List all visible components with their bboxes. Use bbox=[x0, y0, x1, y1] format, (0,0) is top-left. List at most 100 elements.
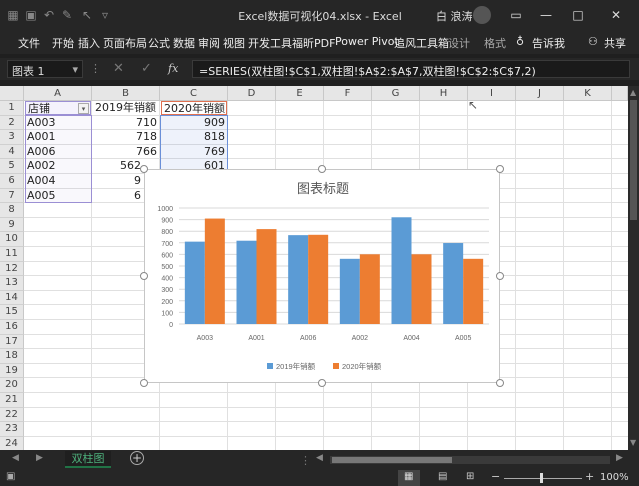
col-header-d[interactable]: D bbox=[228, 86, 276, 101]
resize-handle-ne[interactable] bbox=[496, 165, 504, 173]
row-header-12[interactable]: 12 bbox=[0, 261, 24, 277]
cancel-icon[interactable]: ✕ bbox=[113, 61, 124, 76]
tab-foxit-pdf[interactable]: 福昕PDF bbox=[292, 35, 335, 51]
resize-handle-w[interactable] bbox=[140, 272, 148, 280]
maximize-button[interactable]: □ bbox=[566, 6, 590, 24]
row-header-21[interactable]: 21 bbox=[0, 393, 24, 408]
insert-function-button[interactable]: fx bbox=[168, 62, 178, 75]
zoom-level[interactable]: 100% bbox=[600, 472, 629, 483]
tab-power-pivot[interactable]: Power Pivot bbox=[335, 35, 399, 48]
zoom-slider-thumb[interactable] bbox=[540, 473, 543, 483]
tab-home[interactable]: 开始 bbox=[52, 35, 74, 51]
tab-format[interactable]: 格式 bbox=[484, 35, 506, 51]
tab-design[interactable]: 设计 bbox=[448, 35, 470, 51]
tab-file[interactable]: 文件 bbox=[18, 35, 40, 51]
chevron-down-icon[interactable]: ▾ bbox=[72, 63, 78, 76]
table-cell[interactable]: A003 bbox=[25, 116, 91, 130]
row-header-3[interactable]: 3 bbox=[0, 130, 24, 145]
hscroll-left-icon[interactable]: ◀ bbox=[316, 453, 323, 463]
row-header-23[interactable]: 23 bbox=[0, 422, 24, 437]
row-header-19[interactable]: 19 bbox=[0, 363, 24, 379]
row-header-7[interactable]: 7 bbox=[0, 188, 24, 204]
tab-view[interactable]: 视图 bbox=[223, 35, 245, 51]
share-button[interactable]: 共享 bbox=[604, 35, 626, 51]
col-header-e[interactable]: E bbox=[276, 86, 324, 101]
col-header-a[interactable]: A bbox=[24, 86, 92, 101]
row-header-1[interactable]: 1 bbox=[0, 101, 24, 116]
table-cell[interactable]: A001 bbox=[25, 130, 91, 144]
tab-page-layout[interactable]: 页面布局 bbox=[103, 35, 147, 51]
cell-c1[interactable]: 2020年销额 bbox=[161, 101, 227, 115]
customize-arrow-icon[interactable]: ▿ bbox=[98, 8, 112, 22]
row-header-6[interactable]: 6 bbox=[0, 174, 24, 189]
tab-review[interactable]: 审阅 bbox=[198, 35, 220, 51]
scroll-up-icon[interactable]: ▲ bbox=[630, 88, 636, 97]
table-cell[interactable]: 766 bbox=[93, 145, 159, 159]
hscroll-thumb[interactable] bbox=[332, 457, 452, 463]
row-header-10[interactable]: 10 bbox=[0, 232, 24, 247]
table-cell[interactable]: 6 bbox=[93, 189, 143, 203]
horizontal-scrollbar[interactable] bbox=[330, 456, 610, 464]
hscroll-right-icon[interactable]: ▶ bbox=[616, 453, 623, 463]
col-header-h[interactable]: H bbox=[420, 86, 468, 101]
cell-b1[interactable]: 2019年销额 bbox=[93, 101, 159, 115]
resize-handle-n[interactable] bbox=[318, 165, 326, 173]
undo-icon[interactable]: ↶ bbox=[42, 8, 56, 22]
resize-handle-sw[interactable] bbox=[140, 379, 148, 387]
prev-sheet-icon[interactable]: ◀ bbox=[12, 453, 19, 463]
table-cell[interactable]: 769 bbox=[161, 145, 227, 159]
table-cell[interactable]: A002 bbox=[25, 159, 91, 173]
minimize-button[interactable]: — bbox=[534, 6, 558, 24]
row-header-14[interactable]: 14 bbox=[0, 290, 24, 306]
scroll-thumb[interactable] bbox=[630, 100, 637, 220]
resize-handle-se[interactable] bbox=[496, 379, 504, 387]
select-all-corner[interactable] bbox=[0, 86, 24, 101]
cell-a1[interactable]: 店铺 ▾ bbox=[25, 101, 91, 115]
table-cell[interactable]: A004 bbox=[25, 174, 91, 188]
table-cell[interactable]: 909 bbox=[161, 116, 227, 130]
tell-me-button[interactable]: 告诉我 bbox=[532, 35, 565, 51]
resize-handle-nw[interactable] bbox=[140, 165, 148, 173]
row-header-13[interactable]: 13 bbox=[0, 276, 24, 291]
chart[interactable]: 图表标题 0 100 200 300 400 500 600 700 800 900 1000 A00… bbox=[144, 169, 500, 383]
row-header-24[interactable]: 24 bbox=[0, 436, 24, 450]
table-cell[interactable]: 718 bbox=[93, 130, 159, 144]
row-header-9[interactable]: 9 bbox=[0, 217, 24, 233]
row-header-4[interactable]: 4 bbox=[0, 144, 24, 160]
row-header-16[interactable]: 16 bbox=[0, 320, 24, 335]
resize-handle-e[interactable] bbox=[496, 272, 504, 280]
col-header-c[interactable]: C bbox=[160, 86, 228, 101]
row-header-5[interactable]: 5 bbox=[0, 159, 24, 174]
vertical-scrollbar[interactable]: ▲ ▼ bbox=[628, 86, 639, 450]
pointer-icon[interactable]: ↖ bbox=[80, 8, 94, 22]
col-header-b[interactable]: B bbox=[92, 86, 160, 101]
table-cell[interactable]: A006 bbox=[25, 145, 91, 159]
col-header-f[interactable]: F bbox=[324, 86, 372, 101]
row-header-22[interactable]: 22 bbox=[0, 407, 24, 423]
col-header-k[interactable]: K bbox=[564, 86, 612, 101]
normal-view-button[interactable]: ▦ bbox=[398, 470, 420, 486]
col-header-j[interactable]: J bbox=[516, 86, 564, 101]
row-header-8[interactable]: 8 bbox=[0, 203, 24, 218]
tab-zhuifeng-tools[interactable]: 追风工具箱 bbox=[394, 35, 449, 51]
enter-icon[interactable]: ✓ bbox=[141, 61, 152, 76]
row-header-18[interactable]: 18 bbox=[0, 349, 24, 364]
col-header-g[interactable]: G bbox=[372, 86, 420, 101]
row-header-15[interactable]: 15 bbox=[0, 305, 24, 320]
name-box[interactable]: 图表 1 ▾ bbox=[7, 60, 83, 78]
row-header-2[interactable]: 2 bbox=[0, 115, 24, 131]
worksheet-grid[interactable]: A B C D E F G H I J K 1 2 3 4 5 6 7 8 9 10 11 12 13 1… bbox=[0, 86, 628, 450]
table-cell[interactable]: 710 bbox=[93, 116, 159, 130]
page-break-view-icon[interactable]: ⊞ bbox=[466, 471, 474, 482]
ribbon-options-button[interactable]: ▭ bbox=[504, 6, 528, 24]
tab-developer[interactable]: 开发工具 bbox=[248, 35, 292, 51]
next-sheet-icon[interactable]: ▶ bbox=[36, 453, 43, 463]
table-cell[interactable]: 562 bbox=[93, 159, 143, 173]
row-header-20[interactable]: 20 bbox=[0, 378, 24, 393]
row-header-17[interactable]: 17 bbox=[0, 334, 24, 350]
resize-handle-s[interactable] bbox=[318, 379, 326, 387]
table-cell[interactable]: 9 bbox=[93, 174, 143, 188]
tab-split-icon[interactable]: ⋮ bbox=[300, 454, 311, 467]
zoom-out-icon[interactable]: − bbox=[491, 470, 500, 483]
tab-data[interactable]: 数据 bbox=[173, 35, 195, 51]
